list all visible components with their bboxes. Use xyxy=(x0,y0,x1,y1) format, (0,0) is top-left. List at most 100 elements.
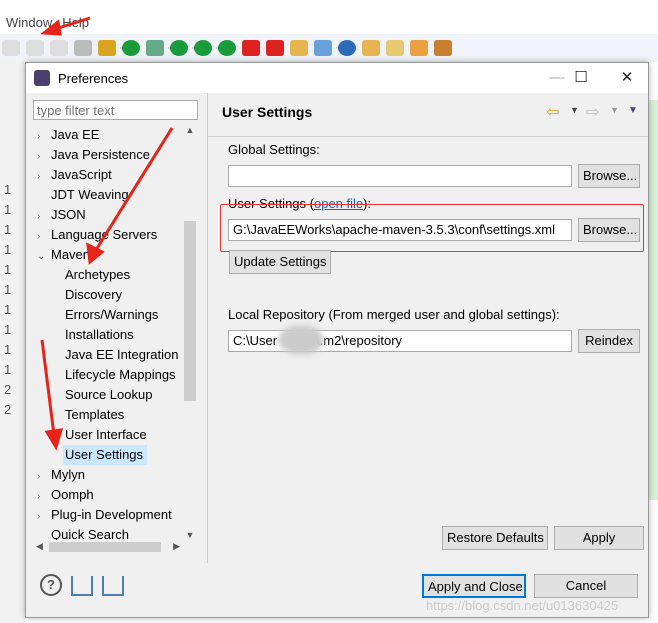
spring-boot-icon[interactable] xyxy=(122,40,140,56)
annotation-highlight-box xyxy=(220,204,644,252)
view-menu-icon[interactable]: ▼ xyxy=(628,105,638,116)
expand-chevron-icon[interactable]: ⌄ xyxy=(37,247,51,267)
tree-item[interactable]: ⌄ Maven xyxy=(33,245,183,265)
tree-item[interactable]: Source Lookup xyxy=(33,385,183,405)
help-icon[interactable]: ? xyxy=(40,574,62,596)
coverage-icon[interactable] xyxy=(194,40,212,56)
reindex-button[interactable]: Reindex xyxy=(578,329,640,353)
expand-chevron-icon[interactable]: › xyxy=(37,207,51,227)
settings-page: User Settings ⇦ ▼ ⇨ ▼ ▼ Global Settings:… xyxy=(208,93,648,563)
run-icon[interactable] xyxy=(170,40,188,56)
restore-defaults-button[interactable]: Restore Defaults xyxy=(442,526,548,550)
line-number: 1 xyxy=(4,282,12,297)
tree-item-label: Maven xyxy=(51,247,91,262)
tree-horizontal-scrollbar[interactable]: ◀ ▶ xyxy=(33,540,183,554)
tree-item-label: Mylyn xyxy=(51,467,85,482)
cancel-button[interactable]: Cancel xyxy=(534,574,638,598)
tree-item[interactable]: Lifecycle Mappings xyxy=(33,365,183,385)
tree-item[interactable]: › Java EE xyxy=(33,125,183,145)
preferences-icon xyxy=(34,70,50,86)
tree-item[interactable]: Errors/Warnings xyxy=(33,305,183,325)
tree-item[interactable]: Java EE Integration xyxy=(33,345,183,365)
browse-global-button[interactable]: Browse... xyxy=(578,164,640,188)
tree-item[interactable]: › Oomph xyxy=(33,485,183,505)
step-return-icon[interactable] xyxy=(50,40,68,56)
export-icon[interactable] xyxy=(102,576,124,596)
tree-item[interactable]: Discovery xyxy=(33,285,183,305)
tree-item-label: Oomph xyxy=(51,487,94,502)
expand-chevron-icon[interactable]: › xyxy=(37,127,51,147)
use-step-filters-icon[interactable] xyxy=(98,40,116,56)
tree-item[interactable]: Templates xyxy=(33,405,183,425)
open-resource-icon[interactable] xyxy=(434,40,452,56)
tree-item[interactable]: JDT Weaving xyxy=(33,185,183,205)
open-type-icon[interactable] xyxy=(362,40,380,56)
editor-edge xyxy=(649,100,658,500)
external-tools-icon[interactable] xyxy=(218,40,236,56)
line-number: 1 xyxy=(4,302,12,317)
tree-item[interactable]: Installations xyxy=(33,325,183,345)
apply-and-close-button[interactable]: Apply and Close xyxy=(422,574,526,598)
expand-chevron-icon[interactable]: › xyxy=(37,467,51,487)
tree-vertical-scrollbar[interactable]: ▲ ▼ xyxy=(183,125,197,540)
apply-button[interactable]: Apply xyxy=(554,526,644,550)
tree-item[interactable]: Quick Search xyxy=(33,525,183,540)
tree-item-label: Java Persistence xyxy=(51,147,150,162)
tree-item-label: JSON xyxy=(51,207,86,222)
filter-input[interactable] xyxy=(33,100,198,120)
back-arrow-icon[interactable]: ⇦ xyxy=(546,102,559,122)
chevron-down-icon[interactable]: ▼ xyxy=(570,105,579,115)
debug-icon[interactable] xyxy=(146,40,164,56)
expand-chevron-icon[interactable]: › xyxy=(37,507,51,527)
line-number: 1 xyxy=(4,222,12,237)
tree-item[interactable]: Archetypes xyxy=(33,265,183,285)
stop-icon[interactable] xyxy=(242,40,260,56)
drop-frame-icon[interactable] xyxy=(74,40,92,56)
new-aspect-icon[interactable] xyxy=(290,40,308,56)
step-icon[interactable] xyxy=(2,40,20,56)
tree-item[interactable]: › Language Servers xyxy=(33,225,183,245)
menu-window[interactable]: Window xyxy=(6,15,52,30)
global-settings-input[interactable] xyxy=(228,165,572,187)
expand-chevron-icon[interactable]: › xyxy=(37,487,51,507)
new-web-icon[interactable] xyxy=(314,40,332,56)
tree-item[interactable]: › Java Persistence xyxy=(33,145,183,165)
line-number: 1 xyxy=(4,182,12,197)
close-button[interactable]: ✕ xyxy=(604,63,650,93)
update-settings-button[interactable]: Update Settings xyxy=(229,250,331,274)
run-server-icon[interactable] xyxy=(266,40,284,56)
line-number: 1 xyxy=(4,262,12,277)
search-icon[interactable] xyxy=(410,40,428,56)
tree-item[interactable]: User Interface xyxy=(33,425,183,445)
tree-item-label: Quick Search xyxy=(51,527,130,540)
preferences-dialog: Preferences — ☐ ✕ ›Java EE›Java Persiste… xyxy=(25,62,649,618)
tree-item[interactable]: › JSON xyxy=(33,205,183,225)
expand-chevron-icon[interactable]: › xyxy=(37,147,51,167)
tree-item[interactable]: › JavaScript xyxy=(33,165,183,185)
import-icon[interactable] xyxy=(71,576,93,596)
tree-item-label: JDT Weaving xyxy=(51,187,129,202)
preferences-tree: › Java EE › Java Persistence › JavaScript JDT … xyxy=(33,125,183,540)
open-task-icon[interactable] xyxy=(386,40,404,56)
menu-help[interactable]: Help xyxy=(62,15,89,30)
new-spring-icon[interactable] xyxy=(338,40,356,56)
tree-item-label: Plug-in Development xyxy=(51,507,172,522)
title-bar: Preferences — ☐ ✕ xyxy=(26,63,648,93)
step-over-icon[interactable] xyxy=(26,40,44,56)
tree-item[interactable]: › Mylyn xyxy=(33,465,183,485)
expand-chevron-icon[interactable]: › xyxy=(37,167,51,187)
tree-item-label: Lifecycle Mappings xyxy=(65,367,176,382)
scrollbar-thumb[interactable] xyxy=(184,221,196,401)
page-title: User Settings xyxy=(222,104,313,120)
tree-item[interactable]: User Settings xyxy=(63,445,148,465)
chevron-down-icon[interactable]: ▼ xyxy=(610,105,619,115)
scrollbar-thumb[interactable] xyxy=(49,542,161,552)
maximize-button[interactable]: ☐ xyxy=(558,63,604,93)
tree-item-label: Archetypes xyxy=(65,267,131,282)
tree-item[interactable]: › Plug-in Development xyxy=(33,505,183,525)
tree-item-label: User Settings xyxy=(65,447,144,462)
expand-chevron-icon[interactable]: › xyxy=(37,227,51,247)
dialog-title: Preferences xyxy=(58,70,129,86)
line-numbers: 1 1 1 1 1 1 1 1 1 1 2 2 xyxy=(4,180,22,420)
forward-arrow-icon[interactable]: ⇨ xyxy=(586,102,599,122)
